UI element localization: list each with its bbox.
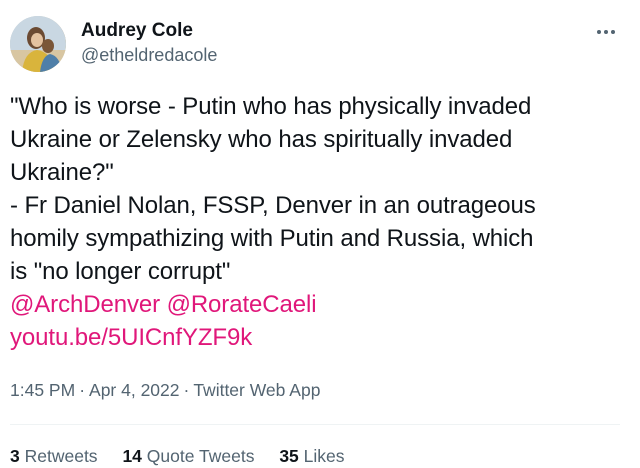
meta-separator: · bbox=[183, 380, 190, 400]
tweet-card: Audrey Cole @etheldredacole "Who is wors… bbox=[0, 0, 640, 468]
divider bbox=[10, 424, 620, 425]
mentions-line: @ArchDenver @RorateCaeli bbox=[10, 288, 628, 321]
tweet-text-line: Ukraine or Zelensky who has spiritually … bbox=[10, 126, 513, 153]
likes-count: 35 bbox=[279, 446, 299, 466]
tweet-time[interactable]: 1:45 PM bbox=[10, 380, 75, 400]
tweet-text-line: "Who is worse - Putin who has physically… bbox=[10, 93, 532, 120]
tweet-meta: 1:45 PM · Apr 4, 2022 · Twitter Web App bbox=[10, 378, 320, 402]
likes-label: Likes bbox=[303, 446, 345, 466]
tweet-text: "Who is worse - Putin who has physically… bbox=[10, 90, 628, 354]
tweet-text-line: is "no longer corrupt" bbox=[10, 258, 231, 285]
retweets-count: 3 bbox=[10, 446, 20, 466]
retweets-label: Retweets bbox=[24, 446, 98, 466]
mention-roratecaeli[interactable]: @RorateCaeli bbox=[167, 291, 317, 318]
tweet-text-line: - Fr Daniel Nolan, FSSP, Denver in an ou… bbox=[10, 192, 536, 219]
quote-tweets-count: 14 bbox=[122, 446, 142, 466]
tweet-text-line: Ukraine?" bbox=[10, 159, 114, 186]
mention-archdenver[interactable]: @ArchDenver bbox=[10, 291, 160, 318]
tweet-stats: 3 Retweets 14 Quote Tweets 35 Likes bbox=[10, 444, 365, 468]
avatar-photo bbox=[10, 16, 66, 72]
youtube-link[interactable]: youtu.be/5UICnfYZF9k bbox=[10, 324, 252, 351]
likes-stat[interactable]: 35 Likes bbox=[279, 444, 344, 468]
more-options-button[interactable] bbox=[594, 22, 618, 42]
tweet-header: Audrey Cole @etheldredacole bbox=[10, 16, 620, 72]
tweet-date[interactable]: Apr 4, 2022 bbox=[89, 380, 179, 400]
more-horizontal-icon bbox=[596, 30, 617, 34]
link-line: youtu.be/5UICnfYZF9k bbox=[10, 321, 628, 354]
avatar[interactable] bbox=[10, 16, 66, 72]
retweets-stat[interactable]: 3 Retweets bbox=[10, 444, 98, 468]
meta-separator: · bbox=[79, 380, 86, 400]
quote-tweets-label: Quote Tweets bbox=[146, 446, 255, 466]
tweet-source[interactable]: Twitter Web App bbox=[193, 380, 320, 400]
user-block: Audrey Cole @etheldredacole bbox=[81, 19, 217, 67]
tweet-text-line: homily sympathizing with Putin and Russi… bbox=[10, 225, 534, 252]
username[interactable]: @etheldredacole bbox=[81, 43, 217, 67]
display-name[interactable]: Audrey Cole bbox=[81, 19, 217, 43]
quote-tweets-stat[interactable]: 14 Quote Tweets bbox=[122, 444, 254, 468]
